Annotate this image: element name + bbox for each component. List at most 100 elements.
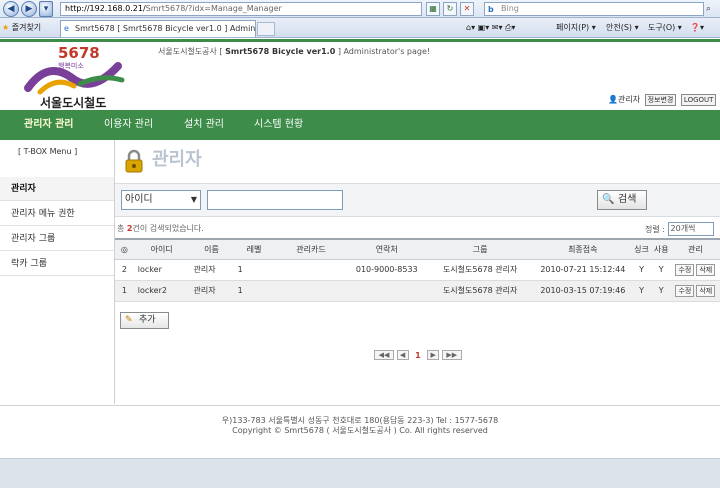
cell-manage: 수정 삭제 xyxy=(670,280,720,302)
table-row[interactable]: 1 locker2 관리자 1 도시철도5678 관리자 2010-03-15 … xyxy=(115,280,720,302)
edit-info-button[interactable]: 정보변경 xyxy=(644,94,677,106)
cell-sync: Y xyxy=(631,259,652,281)
delete-button[interactable]: 삭제 xyxy=(696,263,716,276)
col-header-card: 관리카드 xyxy=(274,238,348,260)
cell-id[interactable]: locker2 xyxy=(133,280,190,302)
pagination: ◀◀ ◀ 1 ▶ ▶▶ xyxy=(374,350,462,360)
col-header-no: ◎ xyxy=(115,238,134,260)
col-header-sync: 싱크 xyxy=(631,238,652,260)
cell-level: 1 xyxy=(233,280,275,302)
url-input[interactable]: http://192.168.0.21/Smrt5678/?idx=Manage… xyxy=(60,2,422,16)
search-icon: 🔍 xyxy=(602,194,615,205)
cell-name: 관리자 xyxy=(189,280,234,302)
chevron-down-icon: ▼ xyxy=(190,195,197,204)
cell-group: 도시철도5678 관리자 xyxy=(425,280,535,302)
table-header-row: ◎ 아이디 이름 레벨 관리카드 연락처 그룹 최종접속 싱크 사용 관리 xyxy=(115,238,720,260)
sidebar-item-admin[interactable]: 관리자 xyxy=(0,177,114,201)
cell-no: 1 xyxy=(115,280,134,302)
col-header-group: 그룹 xyxy=(425,238,535,260)
home-icon[interactable]: ⌂▾ ▣▾ ✉▾ ⎙▾ xyxy=(466,21,515,35)
col-header-phone: 연락처 xyxy=(347,238,426,260)
cell-group: 도시철도5678 관리자 xyxy=(425,259,535,281)
user-label: 관리자 xyxy=(617,95,641,104)
menu-system[interactable]: 시스템 현황 xyxy=(254,110,303,140)
lock-icon xyxy=(125,149,143,173)
browser-tab-bar: ★ 즐겨찾기 e Smrt5678 [ Smrt5678 Bicycle ver1… xyxy=(0,18,720,38)
col-header-last-login: 최종접속 xyxy=(534,238,632,260)
stop-icon[interactable]: ✕ xyxy=(460,2,474,16)
search-field-select[interactable]: 아이디 ▼ xyxy=(121,190,201,210)
delete-button[interactable]: 삭제 xyxy=(696,284,716,297)
bing-icon: b xyxy=(488,5,494,14)
current-page[interactable]: 1 xyxy=(415,351,421,360)
menu-install[interactable]: 설치 관리 xyxy=(184,110,224,140)
cell-phone xyxy=(347,280,426,302)
cell-last-login: 2010-07-21 15:12:44 xyxy=(534,259,632,281)
search-keyword-input[interactable] xyxy=(207,190,343,210)
logo-name: 서울도시철도 xyxy=(40,96,107,110)
admin-table: ◎ 아이디 이름 레벨 관리카드 연락처 그룹 최종접속 싱크 사용 관리 2 … xyxy=(115,238,720,302)
cell-last-login: 2010-03-15 07:19:46 xyxy=(534,280,632,302)
header-accent-line xyxy=(0,39,720,42)
cell-card xyxy=(274,280,348,302)
sort-control: 정렬 : 20개씩 xyxy=(645,222,714,237)
footer-divider xyxy=(0,405,720,406)
help-menu[interactable]: ❓▾ xyxy=(690,21,704,35)
sidebar-item-admin-menu-permission[interactable]: 관리자 메뉴 권한 xyxy=(0,202,114,226)
cell-id[interactable]: locker xyxy=(133,259,190,281)
browser-tab-active[interactable]: e Smrt5678 [ Smrt5678 Bicycle ver1.0 ] Ad… xyxy=(60,20,256,37)
back-icon[interactable]: ◀ xyxy=(3,1,19,17)
edit-button[interactable]: 수정 xyxy=(675,284,695,297)
cell-sync: Y xyxy=(631,280,652,302)
tools-menu[interactable]: 도구(O) ▾ xyxy=(648,21,682,35)
col-header-level: 레벨 xyxy=(233,238,275,260)
menu-users[interactable]: 이용자 관리 xyxy=(104,110,153,140)
cell-card xyxy=(274,259,348,281)
col-header-manage: 관리 xyxy=(670,238,720,260)
footer-address: 우)133-783 서울특별시 성동구 천호대로 180(용답동 223-3) … xyxy=(221,416,499,425)
table-row[interactable]: 2 locker 관리자 1 010-9000-8533 도시철도5678 관리… xyxy=(115,259,720,281)
user-area: 👤관리자 정보변경 LOGOUT xyxy=(608,94,717,106)
refresh-icon[interactable]: ↻ xyxy=(443,2,457,16)
sidebar: [ T-BOX Menu ] 관리자 관리자 메뉴 권한 관리자 그룹 락카 그… xyxy=(0,140,115,404)
site-logo[interactable]: 5678 행복미소 서울도시철도 xyxy=(22,44,132,110)
sort-select[interactable]: 20개씩 xyxy=(667,222,714,236)
first-page-button[interactable]: ◀◀ xyxy=(374,350,394,360)
forward-icon[interactable]: ▶ xyxy=(21,1,37,17)
history-dropdown-icon[interactable]: ▾ xyxy=(39,1,53,17)
new-tab-button[interactable] xyxy=(257,22,275,36)
page-menu[interactable]: 페이지(P) ▾ xyxy=(556,21,596,35)
cell-use: Y xyxy=(651,280,671,302)
footer: 우)133-783 서울특별시 성동구 천호대로 180(용답동 223-3) … xyxy=(0,416,720,436)
next-page-button[interactable]: ▶ xyxy=(427,350,440,360)
main-menu: 관리자 관리 이용자 관리 설치 관리 시스템 현황 xyxy=(0,110,720,140)
cell-use: Y xyxy=(651,259,671,281)
search-button[interactable]: 🔍 검색 xyxy=(597,190,647,210)
welcome-message: 서울도시철도공사 [ Smrt5678 Bicycle ver1.0 ] Adm… xyxy=(158,47,431,56)
cell-phone: 010-9000-8533 xyxy=(347,259,426,281)
sidebar-title: [ T-BOX Menu ] xyxy=(18,147,78,156)
last-page-button[interactable]: ▶▶ xyxy=(441,350,462,360)
safety-menu[interactable]: 안전(S) ▾ xyxy=(606,21,639,35)
sidebar-item-locker-group[interactable]: 락카 그룹 xyxy=(0,252,114,276)
compat-view-icon[interactable]: ▦ xyxy=(426,2,440,16)
col-header-use: 사용 xyxy=(651,238,671,260)
edit-button[interactable]: 수정 xyxy=(675,263,695,276)
cell-name: 관리자 xyxy=(189,259,234,281)
menu-admin[interactable]: 관리자 관리 xyxy=(24,110,73,140)
sidebar-item-admin-group[interactable]: 관리자 그룹 xyxy=(0,227,114,251)
browser-address-bar: ◀ ▶ ▾ http://192.168.0.21/Smrt5678/?idx=… xyxy=(0,0,720,18)
search-panel: 아이디 ▼ 🔍 검색 xyxy=(115,183,720,217)
col-header-id: 아이디 xyxy=(133,238,190,260)
prev-page-button[interactable]: ◀ xyxy=(396,350,409,360)
result-count: 총 2건이 검색되었습니다. xyxy=(117,224,204,233)
page-bottom-band xyxy=(0,458,720,488)
col-header-name: 이름 xyxy=(189,238,234,260)
search-go-icon[interactable]: ⌕ xyxy=(706,2,718,16)
add-button[interactable]: ✎ 추가 xyxy=(120,312,169,329)
browser-search-input[interactable]: b Bing xyxy=(484,2,704,16)
user-icon: 👤 xyxy=(608,95,618,104)
logout-button[interactable]: LOGOUT xyxy=(680,94,717,106)
favorites-button[interactable]: ★ 즐겨찾기 xyxy=(2,21,41,35)
page-title: 관리자 xyxy=(122,146,202,174)
